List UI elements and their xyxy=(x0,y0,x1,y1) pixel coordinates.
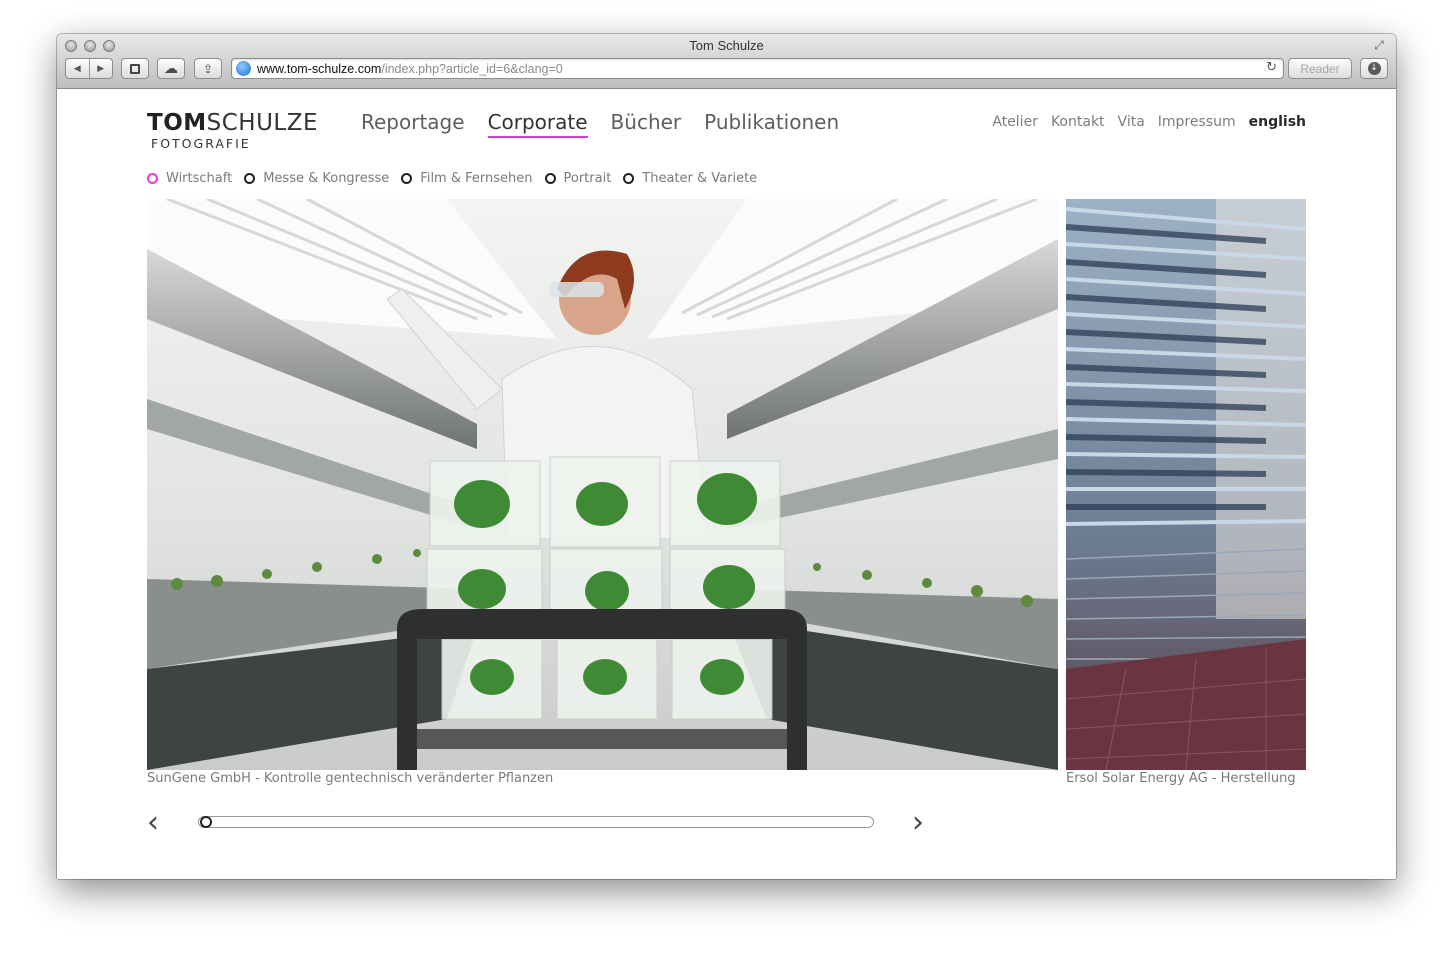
share-button[interactable]: ⇪ xyxy=(194,58,222,79)
url-text[interactable]: www.tom-schulze.com/index.php?article_id… xyxy=(257,61,563,77)
gallery-photo-main[interactable] xyxy=(147,199,1058,770)
bullet-icon xyxy=(401,173,413,184)
chevron-right-icon[interactable]: › xyxy=(912,808,924,838)
nav-vita[interactable]: Vita xyxy=(1118,114,1145,130)
photo-caption-side: Ersol Solar Energy AG - Herstellung xyxy=(1066,771,1296,786)
url-path: /index.php?article_id=6&clang=0 xyxy=(381,62,563,76)
bullet-icon xyxy=(623,173,635,184)
category-messe-kongresse[interactable]: Messe & Kongresse xyxy=(244,171,389,186)
forward-arrow-icon[interactable]: ▶ xyxy=(90,64,113,74)
fullscreen-icon[interactable]: ⤢ xyxy=(1372,38,1386,52)
category-wirtschaft[interactable]: Wirtschaft xyxy=(147,171,232,186)
download-icon: ↓ xyxy=(1367,62,1381,75)
back-arrow-icon[interactable]: ◀ xyxy=(66,64,89,74)
gallery-scroll-handle[interactable] xyxy=(200,816,212,828)
nav-atelier[interactable]: Atelier xyxy=(992,114,1038,130)
nav-kontakt[interactable]: Kontakt xyxy=(1051,114,1105,130)
bullet-icon xyxy=(244,173,256,184)
chevron-left-icon[interactable]: ‹ xyxy=(147,808,159,838)
logo-bold-text: TOM xyxy=(147,110,207,136)
nav-reportage[interactable]: Reportage xyxy=(361,109,465,138)
web-page: TOMSCHULZE FOTOGRAFIE Reportage Corporat… xyxy=(57,89,1396,879)
nav-publikationen[interactable]: Publikationen xyxy=(704,109,839,138)
logo-subtitle: FOTOGRAFIE xyxy=(151,136,251,151)
browser-toolbar: Tom Schulze ⤢ ◀ ▶ ☁ ⇪ www.tom-schulze.co… xyxy=(57,34,1396,89)
back-forward-buttons: ◀ ▶ xyxy=(65,58,113,79)
site-logo[interactable]: TOMSCHULZE FOTOGRAFIE xyxy=(147,110,318,152)
language-switch-link[interactable]: english xyxy=(1249,114,1306,130)
category-theater-variete[interactable]: Theater & Variete xyxy=(623,171,757,186)
gallery-scrollbar[interactable] xyxy=(198,816,874,828)
reader-button[interactable]: Reader xyxy=(1288,58,1352,79)
address-bar[interactable]: www.tom-schulze.com/index.php?article_id… xyxy=(231,58,1284,79)
category-film-fernsehen[interactable]: Film & Fernsehen xyxy=(401,171,533,186)
gallery-photo-side[interactable] xyxy=(1066,199,1306,770)
globe-icon xyxy=(236,61,251,76)
category-navigation: Wirtschaft Messe & Kongresse Film & Fern… xyxy=(147,171,757,186)
main-navigation: Reportage Corporate Bücher Publikationen xyxy=(361,109,839,138)
browser-window: Tom Schulze ⤢ ◀ ▶ ☁ ⇪ www.tom-schulze.co… xyxy=(57,34,1396,879)
window-title: Tom Schulze xyxy=(689,38,764,53)
category-portrait[interactable]: Portrait xyxy=(544,171,611,186)
nav-buecher[interactable]: Bücher xyxy=(611,109,682,138)
cloud-button[interactable]: ☁ xyxy=(157,58,185,79)
bullet-icon xyxy=(147,173,158,184)
reload-icon[interactable]: ↻ xyxy=(1266,60,1277,75)
downloads-button[interactable]: ↓ xyxy=(1360,58,1388,79)
top-sites-button[interactable] xyxy=(121,58,149,79)
cloud-icon: ☁ xyxy=(164,60,178,77)
logo-light-text: SCHULZE xyxy=(206,110,319,136)
url-host: www.tom-schulze.com xyxy=(257,62,382,76)
share-icon: ⇪ xyxy=(202,61,214,76)
meta-navigation: Atelier Kontakt Vita Impressum english xyxy=(992,114,1306,130)
nav-impressum[interactable]: Impressum xyxy=(1158,114,1236,130)
top-sites-icon xyxy=(130,63,140,74)
nav-corporate[interactable]: Corporate xyxy=(487,109,588,138)
photo-caption-main: SunGene GmbH - Kontrolle gentechnisch ve… xyxy=(147,771,554,786)
bullet-icon xyxy=(544,173,556,184)
